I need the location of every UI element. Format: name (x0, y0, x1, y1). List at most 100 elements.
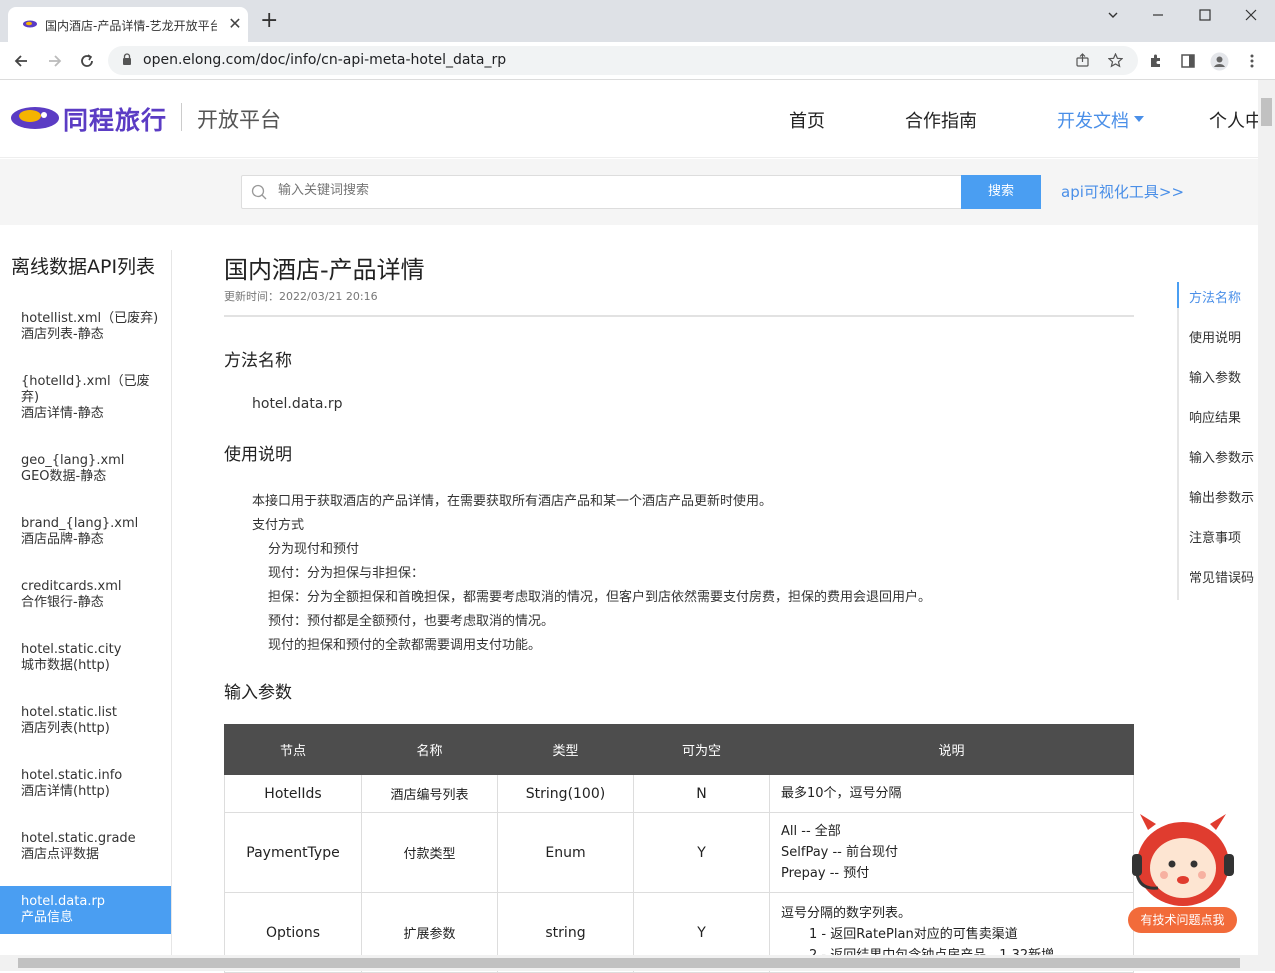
sidebar-item-data-rp[interactable]: hotel.data.rp 产品信息 (0, 886, 171, 934)
toc-active-indicator (1177, 282, 1179, 308)
forward-arrow-icon[interactable] (46, 52, 64, 70)
side-panel-icon[interactable] (1180, 53, 1196, 69)
column-header: 名称 (361, 724, 498, 775)
horizontal-scroll-thumb[interactable] (18, 958, 1240, 968)
vertical-scrollbar[interactable] (1258, 80, 1275, 955)
tab-title: 国内酒店-产品详情-艺龙开放平台 (45, 19, 217, 33)
lock-icon[interactable] (122, 53, 132, 66)
toc-item-input[interactable]: 输入参数 (1189, 367, 1258, 386)
search-input[interactable] (278, 183, 938, 198)
nav-dev-docs[interactable]: 开发文档 (1057, 107, 1129, 133)
sidebar-item-desc: 酒店品牌-静态 (21, 532, 104, 547)
browser-toolbar: open.elong.com/doc/info/cn-api-meta-hote… (0, 42, 1275, 80)
sidebar-item-desc: 酒店详情(http) (21, 784, 110, 799)
table-row: HotelIds 酒店编号列表 String(100) N 最多10个，逗号分隔 (224, 774, 1134, 813)
desc-line: SelfPay -- 前台现付 (781, 845, 899, 860)
nav-personal-center[interactable]: 个人中 (1209, 107, 1258, 133)
back-arrow-icon[interactable] (12, 52, 30, 70)
sidebar-item-name: {hotelId}.xml（已废 (21, 374, 150, 389)
title-divider (224, 315, 1134, 317)
browser-tab[interactable]: 国内酒店-产品详情-艺龙开放平台 ✕ (8, 7, 248, 42)
minimize-icon[interactable] (1151, 8, 1165, 22)
toc-item-input-example[interactable]: 输入参数示 (1189, 447, 1258, 466)
reload-icon[interactable] (78, 52, 96, 70)
sidebar-item-name: hotel.static.info (21, 768, 123, 783)
sidebar-item-brand[interactable]: brand_{lang}.xml 酒店品牌-静态 (0, 516, 171, 556)
section-usage-heading: 使用说明 (224, 445, 292, 465)
sidebar-item-desc: 酒店列表(http) (21, 721, 110, 736)
logo-divider (181, 103, 182, 131)
new-tab-button[interactable]: + (260, 10, 278, 32)
sidebar-item-static-grade[interactable]: hotel.static.grade 酒店点评数据 (0, 831, 171, 871)
url-text: open.elong.com/doc/info/cn-api-meta-hote… (143, 52, 507, 68)
bookmark-star-icon[interactable] (1108, 53, 1123, 68)
more-menu-icon[interactable] (1245, 53, 1259, 69)
help-button[interactable]: 有技术问题点我 (1128, 907, 1237, 933)
search-box[interactable] (241, 175, 963, 209)
sidebar-item-creditcards[interactable]: creditcards.xml 合作银行-静态 (0, 579, 171, 619)
sidebar-item-desc: 合作银行-静态 (21, 595, 104, 610)
sidebar-item-static-info[interactable]: hotel.static.info 酒店详情(http) (0, 768, 171, 808)
sidebar-item-name: creditcards.xml (21, 579, 122, 594)
maximize-icon[interactable] (1198, 8, 1212, 22)
sidebar-item-name: hotellist.xml（已废弃) (21, 311, 159, 326)
logo-text[interactable]: 同程旅行 (63, 101, 167, 137)
desc-line: 最多10个，逗号分隔 (781, 786, 902, 801)
sidebar-item-hotellist[interactable]: hotellist.xml（已废弃) 酒店列表-静态 (0, 311, 171, 351)
site-header: 同程旅行 开放平台 首页 合作指南 开发文档 个人中 (0, 80, 1258, 158)
sidebar-item-name: hotel.static.grade (21, 831, 136, 846)
param-name: 付款类型 (361, 812, 498, 893)
nav-guide[interactable]: 合作指南 (905, 107, 977, 133)
toc-item-response[interactable]: 响应结果 (1189, 407, 1258, 426)
param-desc: All -- 全部 SelfPay -- 前台现付 Prepay -- 预付 (769, 812, 1134, 893)
sidebar-title: 离线数据API列表 (11, 256, 156, 278)
nav-home[interactable]: 首页 (789, 107, 825, 133)
sidebar-item-hotel-detail[interactable]: {hotelId}.xml（已废 弃) 酒店详情-静态 (0, 374, 171, 430)
sidebar-item-desc: 城市数据(http) (21, 658, 110, 673)
sidebar-item-static-city[interactable]: hotel.static.city 城市数据(http) (0, 642, 171, 682)
updated-time: 更新时间：2022/03/21 20:16 (224, 290, 378, 303)
usage-line: 支付方式 (252, 518, 305, 533)
sidebar-item-desc: 产品信息 (21, 910, 74, 925)
column-header: 类型 (497, 724, 634, 775)
sidebar-item-name: brand_{lang}.xml (21, 516, 139, 531)
toc-item-method[interactable]: 方法名称 (1189, 287, 1258, 306)
extensions-puzzle-icon[interactable] (1148, 53, 1164, 69)
sidebar-item-name: geo_{lang}.xml (21, 453, 125, 468)
sidebar-item-static-list[interactable]: hotel.static.list 酒店列表(http) (0, 705, 171, 745)
sidebar-item-name: hotel.data.rp (21, 894, 106, 909)
sidebar-divider (171, 250, 172, 970)
section-input-heading: 输入参数 (224, 683, 292, 703)
toc-item-notes[interactable]: 注意事项 (1189, 527, 1258, 546)
api-visual-tool-link[interactable]: api可视化工具>> (1061, 181, 1184, 202)
page-title: 国内酒店-产品详情 (224, 256, 425, 284)
usage-line: 本接口用于获取酒店的产品详情，在需要获取所有酒店产品和某一个酒店产品更新时使用。 (252, 494, 773, 509)
column-header: 可为空 (633, 724, 770, 775)
toc-item-error-codes[interactable]: 常见错误码 (1189, 567, 1258, 586)
address-bar[interactable]: open.elong.com/doc/info/cn-api-meta-hote… (108, 46, 1138, 75)
profile-avatar-icon[interactable] (1210, 52, 1229, 71)
search-button[interactable]: 搜索 (961, 175, 1041, 209)
close-window-icon[interactable] (1244, 8, 1258, 22)
sidebar-item-geo[interactable]: geo_{lang}.xml GEO数据-静态 (0, 453, 171, 493)
column-header: 节点 (224, 724, 362, 775)
toc-item-output-example[interactable]: 输出参数示 (1189, 487, 1258, 506)
tab-close-icon[interactable]: ✕ (226, 14, 244, 33)
search-area: 搜索 api可视化工具>> (0, 159, 1258, 225)
logo-icon[interactable] (10, 104, 60, 132)
sidebar-item-desc: 酒店列表-静态 (21, 327, 104, 342)
param-node: HotelIds (224, 774, 362, 813)
tab-search-chevron-icon[interactable] (1106, 8, 1120, 22)
param-nullable: N (633, 774, 770, 813)
horizontal-scrollbar[interactable] (0, 955, 1275, 971)
param-node: PaymentType (224, 812, 362, 893)
share-icon[interactable] (1075, 53, 1090, 68)
caret-down-icon[interactable] (1133, 115, 1145, 123)
desc-line: Prepay -- 预付 (781, 866, 870, 881)
toc-item-usage[interactable]: 使用说明 (1189, 327, 1258, 346)
section-method-heading: 方法名称 (224, 351, 292, 371)
desc-line: All -- 全部 (781, 824, 841, 839)
vertical-scroll-thumb[interactable] (1261, 98, 1272, 126)
usage-line: 现付：分为担保与非担保： (268, 566, 425, 581)
toc-track (1177, 282, 1179, 600)
